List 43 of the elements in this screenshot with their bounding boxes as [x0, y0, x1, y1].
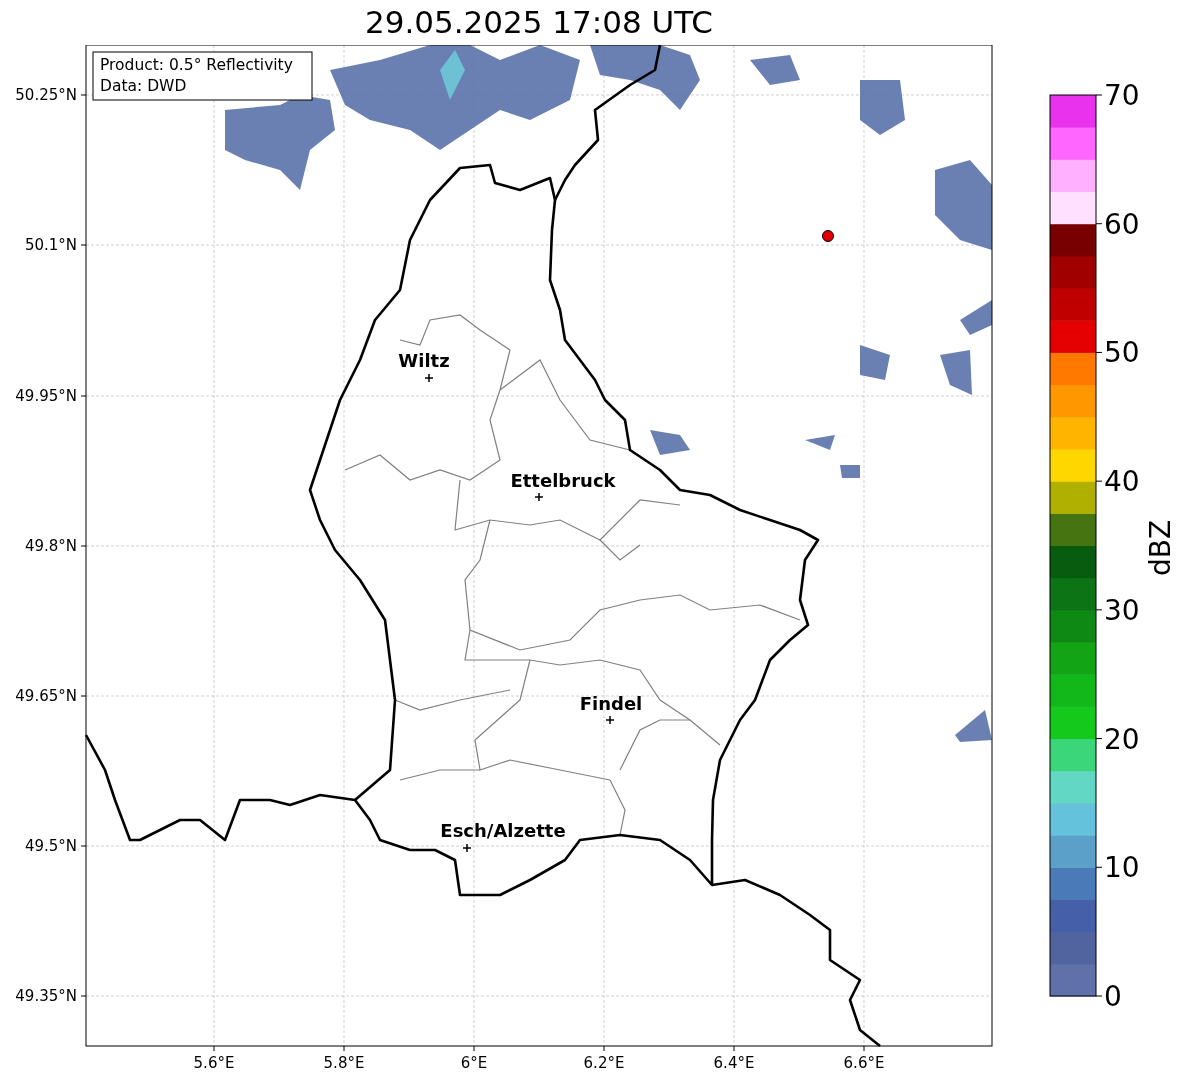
longitude-tick-label: 6.6°E — [843, 1054, 885, 1072]
colorbar-tick-label: 20 — [1104, 722, 1140, 756]
longitude-tick-label: 6.4°E — [713, 1054, 755, 1072]
city-label: Findel — [579, 693, 643, 714]
colorbar-tick-label: 40 — [1104, 465, 1140, 499]
radar-echo — [955, 710, 992, 742]
radar-echo — [960, 300, 992, 335]
latitude-tick-label: 49.95°N — [15, 387, 77, 405]
longitude-tick-label: 5.6°E — [193, 1054, 235, 1072]
radar-echo — [860, 80, 905, 135]
radar-echo — [840, 465, 860, 478]
city-label: Ettelbruck — [510, 470, 616, 491]
radar-site-marker — [822, 230, 834, 242]
radar-echo — [650, 430, 690, 455]
info-text: Product: 0.5° Reflectivity — [100, 56, 293, 74]
colorbar-tick-label: 10 — [1104, 851, 1140, 885]
info-text: Data: DWD — [100, 77, 187, 95]
colorbar-label: dBZ — [1144, 519, 1177, 577]
colorbar-tick-label: 30 — [1104, 593, 1140, 627]
colorbar-tick-label: 70 — [1104, 79, 1140, 112]
city-marker-icon — [424, 373, 434, 383]
city-marker-icon — [534, 492, 544, 502]
latitude-tick-label: 50.1°N — [24, 236, 77, 254]
radar-echo — [940, 350, 972, 395]
latitude-tick-label: 49.35°N — [15, 987, 77, 1005]
colorbar-tick-label: 50 — [1104, 336, 1140, 370]
city-label: Esch/Alzette — [440, 820, 566, 841]
city-marker-icon — [605, 715, 615, 725]
colorbar-tick-label: 60 — [1104, 207, 1140, 241]
latitude-tick-label: 49.5°N — [24, 837, 77, 855]
longitude-tick-label: 6°E — [460, 1054, 488, 1072]
city-label: Wiltz — [398, 350, 450, 371]
colorbar-tick-label: 0 — [1104, 980, 1122, 1013]
radar-echo — [805, 435, 835, 450]
latitude-tick-label: 50.25°N — [15, 86, 77, 104]
longitude-tick-label: 5.8°E — [323, 1054, 365, 1072]
chart-title: 29.05.2025 17:08 UTC — [365, 3, 713, 42]
radar-echo — [860, 345, 890, 380]
latitude-tick-label: 49.65°N — [15, 687, 77, 705]
latitude-tick-label: 49.8°N — [24, 537, 77, 555]
city-marker-icon — [462, 843, 472, 853]
radar-echo — [750, 55, 800, 85]
longitude-tick-label: 6.2°E — [583, 1054, 625, 1072]
